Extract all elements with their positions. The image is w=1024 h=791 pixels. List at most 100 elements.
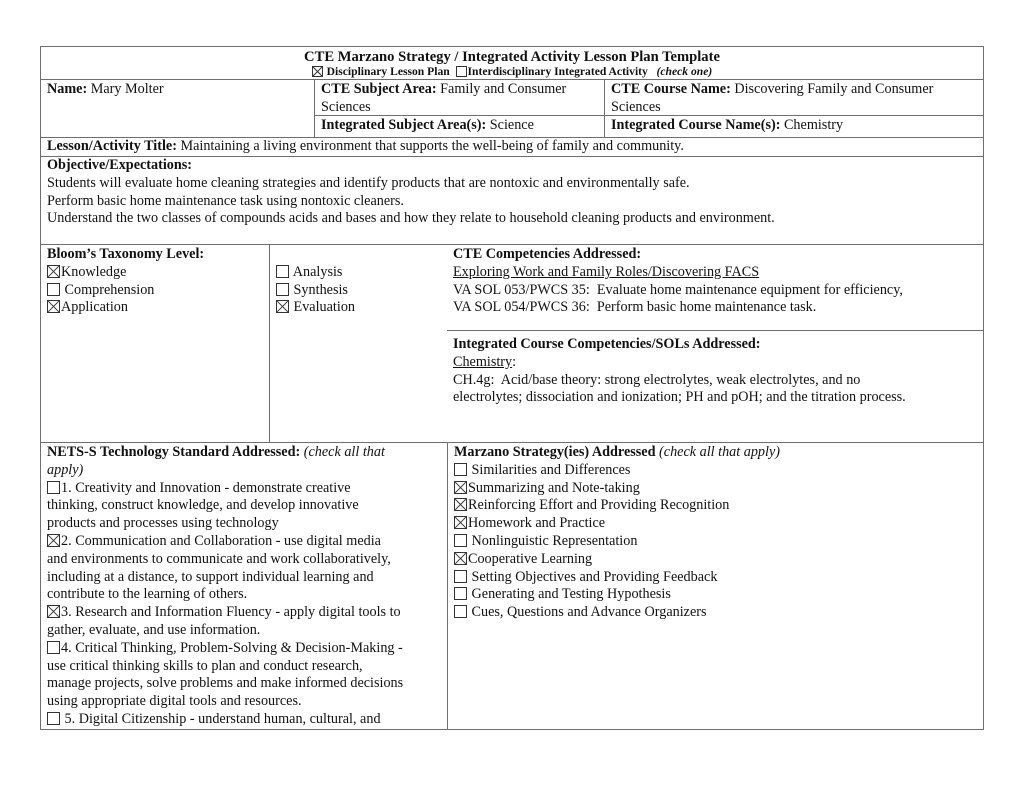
nets-item-text: products and processes using technology — [47, 515, 279, 532]
nets-note: (check all that — [303, 444, 385, 460]
marzano-note: (check all that apply) — [659, 444, 780, 460]
reinforcing-checkbox[interactable] — [454, 498, 467, 512]
marzano-item-label: Reinforcing Effort and Providing Recogni… — [468, 497, 730, 514]
cte-subject-label: CTE Subject Area: — [321, 81, 437, 97]
hypothesis-checkbox[interactable] — [454, 587, 467, 601]
objectives-checkbox[interactable] — [454, 569, 467, 583]
interdisciplinary-label: Interdisciplinary Integrated Activity — [467, 65, 648, 78]
cte-course-label: CTE Course Name: — [611, 81, 731, 97]
cte-course-value-cont: Sciences — [611, 98, 661, 115]
disciplinary-checkbox[interactable] — [311, 66, 323, 77]
standards-row: NETS-S Technology Standard Addressed: (c… — [40, 443, 984, 730]
evaluation-checkbox[interactable] — [276, 300, 289, 314]
integrated-course-value: Chemistry — [783, 117, 844, 133]
objective-line: Students will evaluate home cleaning str… — [47, 174, 690, 191]
nets-column: NETS-S Technology Standard Addressed: (c… — [41, 443, 447, 729]
integrated-course-label: Integrated Course Name(s): — [611, 117, 781, 133]
header-row: CTE Marzano Strategy / Integrated Activi… — [40, 46, 984, 80]
nets-item-text: 1. Creativity and Innovation - demonstra… — [61, 479, 351, 496]
nets-item-text: gather, evaluate, and use information. — [47, 621, 261, 638]
application-label: Application — [61, 299, 128, 316]
nets-item: 5. Digital Citizenship - understand huma… — [47, 711, 441, 729]
marzano-item: Homework and Practice — [454, 515, 977, 533]
marzano-item: Nonlinguistic Representation — [454, 533, 977, 551]
objective-line: Understand the two classes of compounds … — [47, 210, 775, 227]
nets-item-text: 4. Critical Thinking, Problem-Solving & … — [61, 639, 403, 656]
nets-item: 3. Research and Information Fluency - ap… — [47, 604, 441, 640]
blooms-col1: Bloom’s Taxonomy Level: Knowledge Compre… — [41, 245, 269, 442]
homework-checkbox[interactable] — [454, 516, 467, 530]
cooperative-checkbox[interactable] — [454, 551, 467, 565]
knowledge-checkbox[interactable] — [47, 264, 60, 278]
interdisciplinary-checkbox[interactable] — [455, 66, 467, 77]
nets-1-checkbox[interactable] — [47, 480, 60, 494]
cte-competencies-label: CTE Competencies Addressed: — [453, 246, 642, 262]
integrated-subject-value: Science — [489, 117, 534, 133]
name-label: Name: — [47, 81, 88, 97]
marzano-item-label: Setting Objectives and Providing Feedbac… — [471, 568, 718, 585]
evaluation-label: Evaluation — [293, 299, 356, 316]
subheading-colon: : — [512, 353, 517, 370]
plan-type-options: Disciplinary Lesson Plan Interdisciplina… — [47, 65, 977, 79]
blooms-item-evaluation: Evaluation — [276, 299, 441, 317]
marzano-item-label: Homework and Practice — [468, 515, 606, 532]
marzano-item-label: Nonlinguistic Representation — [471, 532, 638, 549]
lesson-plan-document: CTE Marzano Strategy / Integrated Activi… — [40, 46, 984, 730]
cte-competencies: CTE Competencies Addressed: Exploring Wo… — [447, 245, 983, 331]
blooms-item-analysis: Analysis — [276, 264, 441, 282]
nets-item: 4. Critical Thinking, Problem-Solving & … — [47, 640, 441, 711]
cte-competencies-subheading: Exploring Work and Family Roles/Discover… — [453, 263, 760, 280]
integrated-competencies-label: Integrated Course Competencies/SOLs Addr… — [453, 336, 761, 352]
subject-column: CTE Subject Area: Family and Consumer Sc… — [314, 80, 604, 137]
marzano-column: Marzano Strategy(ies) Addressed (check a… — [447, 443, 983, 729]
blooms-label: Bloom’s Taxonomy Level: — [47, 246, 205, 262]
nets-item-text: 2. Communication and Collaboration - use… — [61, 532, 381, 549]
objective-line: Perform basic home maintenance task usin… — [47, 192, 404, 209]
summarizing-checkbox[interactable] — [454, 480, 467, 494]
nets-4-checkbox[interactable] — [47, 640, 60, 654]
nets-3-checkbox[interactable] — [47, 605, 60, 619]
nets-2-checkbox[interactable] — [47, 533, 60, 547]
marzano-item: Summarizing and Note-taking — [454, 480, 977, 498]
blooms-col2: Analysis Synthesis Evaluation — [269, 245, 447, 442]
disciplinary-label: Disciplinary Lesson Plan — [326, 65, 450, 78]
application-checkbox[interactable] — [47, 300, 60, 314]
cte-competency-line: VA SOL 053/PWCS 35: Evaluate home mainte… — [453, 281, 903, 298]
marzano-item-label: Cues, Questions and Advance Organizers — [471, 604, 707, 621]
marzano-item-label: Summarizing and Note-taking — [468, 479, 640, 496]
nets-5-checkbox[interactable] — [47, 711, 60, 725]
integrated-competency-line: electrolytes; dissociation and ionizatio… — [453, 389, 906, 406]
cues-checkbox[interactable] — [454, 605, 467, 619]
objective-row: Objective/Expectations: Students will ev… — [40, 157, 984, 245]
blooms-row: Bloom’s Taxonomy Level: Knowledge Compre… — [40, 245, 984, 443]
name-cell: Name: Mary Molter — [41, 80, 314, 137]
lesson-title-label: Lesson/Activity Title: — [47, 138, 177, 154]
lesson-title-value: Maintaining a living environment that su… — [180, 138, 684, 154]
blooms-item-synthesis: Synthesis — [276, 282, 441, 300]
marzano-item: Cues, Questions and Advance Organizers — [454, 604, 977, 622]
nets-item-text: 5. Digital Citizenship - understand huma… — [61, 710, 381, 727]
course-column: CTE Course Name: Discovering Family and … — [604, 80, 983, 137]
analysis-checkbox[interactable] — [276, 264, 289, 278]
similarities-checkbox[interactable] — [454, 462, 467, 476]
nonlinguistic-checkbox[interactable] — [454, 533, 467, 547]
marzano-item-label: Generating and Testing Hypothesis — [471, 586, 671, 603]
comprehension-checkbox[interactable] — [47, 282, 60, 296]
name-value: Mary Molter — [90, 81, 164, 97]
cte-competency-line: VA SOL 054/PWCS 36: Perform basic home m… — [453, 299, 817, 316]
nets-item-text: using appropriate digital tools and reso… — [47, 693, 302, 710]
nets-item-text: contribute to the learning of others. — [47, 586, 248, 603]
synthesis-label: Synthesis — [293, 281, 348, 298]
synthesis-checkbox[interactable] — [276, 282, 289, 296]
blooms-item-comprehension: Comprehension — [47, 282, 263, 300]
nets-item-text: and environments to communicate and work… — [47, 550, 391, 567]
nets-item-text: including at a distance, to support indi… — [47, 568, 374, 585]
cte-subject-value-cont: Sciences — [321, 98, 371, 115]
marzano-item: Setting Objectives and Providing Feedbac… — [454, 569, 977, 587]
integrated-competencies: Integrated Course Competencies/SOLs Addr… — [447, 331, 983, 407]
analysis-label: Analysis — [292, 263, 343, 280]
competencies-column: CTE Competencies Addressed: Exploring Wo… — [447, 245, 983, 442]
marzano-item: Reinforcing Effort and Providing Recogni… — [454, 497, 977, 515]
nets-item-text: manage projects, solve problems and make… — [47, 675, 404, 692]
nets-note-cont: apply) — [47, 461, 84, 478]
